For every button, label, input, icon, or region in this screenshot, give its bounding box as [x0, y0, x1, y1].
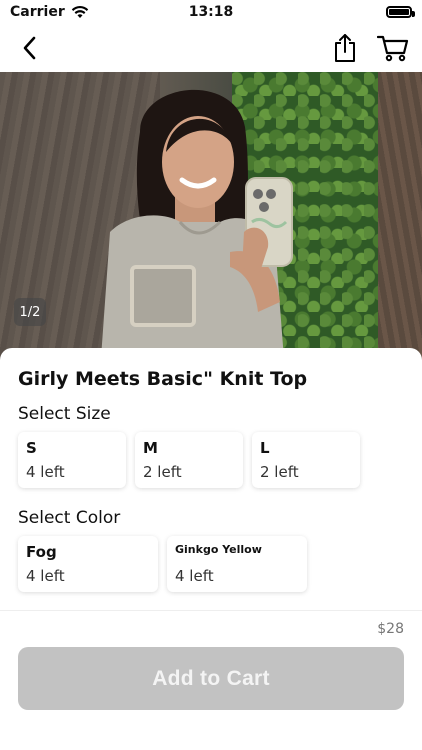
color-name: Fog	[26, 543, 57, 561]
status-bar: Carrier 13:18	[0, 0, 422, 24]
color-name: Ginkgo Yellow	[175, 543, 262, 556]
product-price: $28	[377, 621, 404, 637]
color-section-label: Select Color	[18, 508, 121, 528]
size-section-label: Select Size	[18, 404, 111, 424]
size-name: L	[260, 439, 270, 457]
share-button[interactable]	[328, 31, 362, 65]
purchase-footer: $28 Add to Cart	[0, 610, 422, 750]
color-stock: 4 left	[175, 567, 214, 585]
color-option-fog[interactable]: Fog 4 left	[18, 536, 158, 592]
size-stock: 2 left	[260, 463, 299, 481]
battery-icon	[386, 6, 415, 18]
image-page-indicator: 1/2	[14, 298, 46, 326]
back-button[interactable]	[12, 31, 46, 65]
cart-icon	[377, 35, 409, 62]
back-chevron-icon	[23, 36, 36, 60]
size-stock: 4 left	[26, 463, 65, 481]
size-options: S 4 left M 2 left L 2 left	[18, 432, 360, 488]
add-to-cart-button[interactable]: Add to Cart	[18, 647, 404, 710]
status-time: 13:18	[188, 4, 234, 20]
size-option-l[interactable]: L 2 left	[252, 432, 360, 488]
share-icon	[335, 34, 355, 62]
nav-bar	[0, 24, 422, 72]
color-stock: 4 left	[26, 567, 65, 585]
model-photo	[100, 89, 293, 372]
product-image[interactable]: 1/2	[0, 72, 422, 372]
color-options: Fog 4 left Ginkgo Yellow 4 left	[18, 536, 307, 592]
background-wood-right	[378, 72, 422, 372]
product-detail-screen: Carrier 13:18 1/2 Girly Meets Basic" Kni…	[0, 0, 422, 750]
nav-actions	[328, 31, 410, 65]
cart-button[interactable]	[376, 31, 410, 65]
color-option-ginkgo-yellow[interactable]: Ginkgo Yellow 4 left	[167, 536, 307, 592]
product-title: Girly Meets Basic" Knit Top	[18, 368, 308, 390]
size-option-s[interactable]: S 4 left	[18, 432, 126, 488]
size-name: S	[26, 439, 37, 457]
size-name: M	[143, 439, 158, 457]
size-option-m[interactable]: M 2 left	[135, 432, 243, 488]
size-stock: 2 left	[143, 463, 182, 481]
